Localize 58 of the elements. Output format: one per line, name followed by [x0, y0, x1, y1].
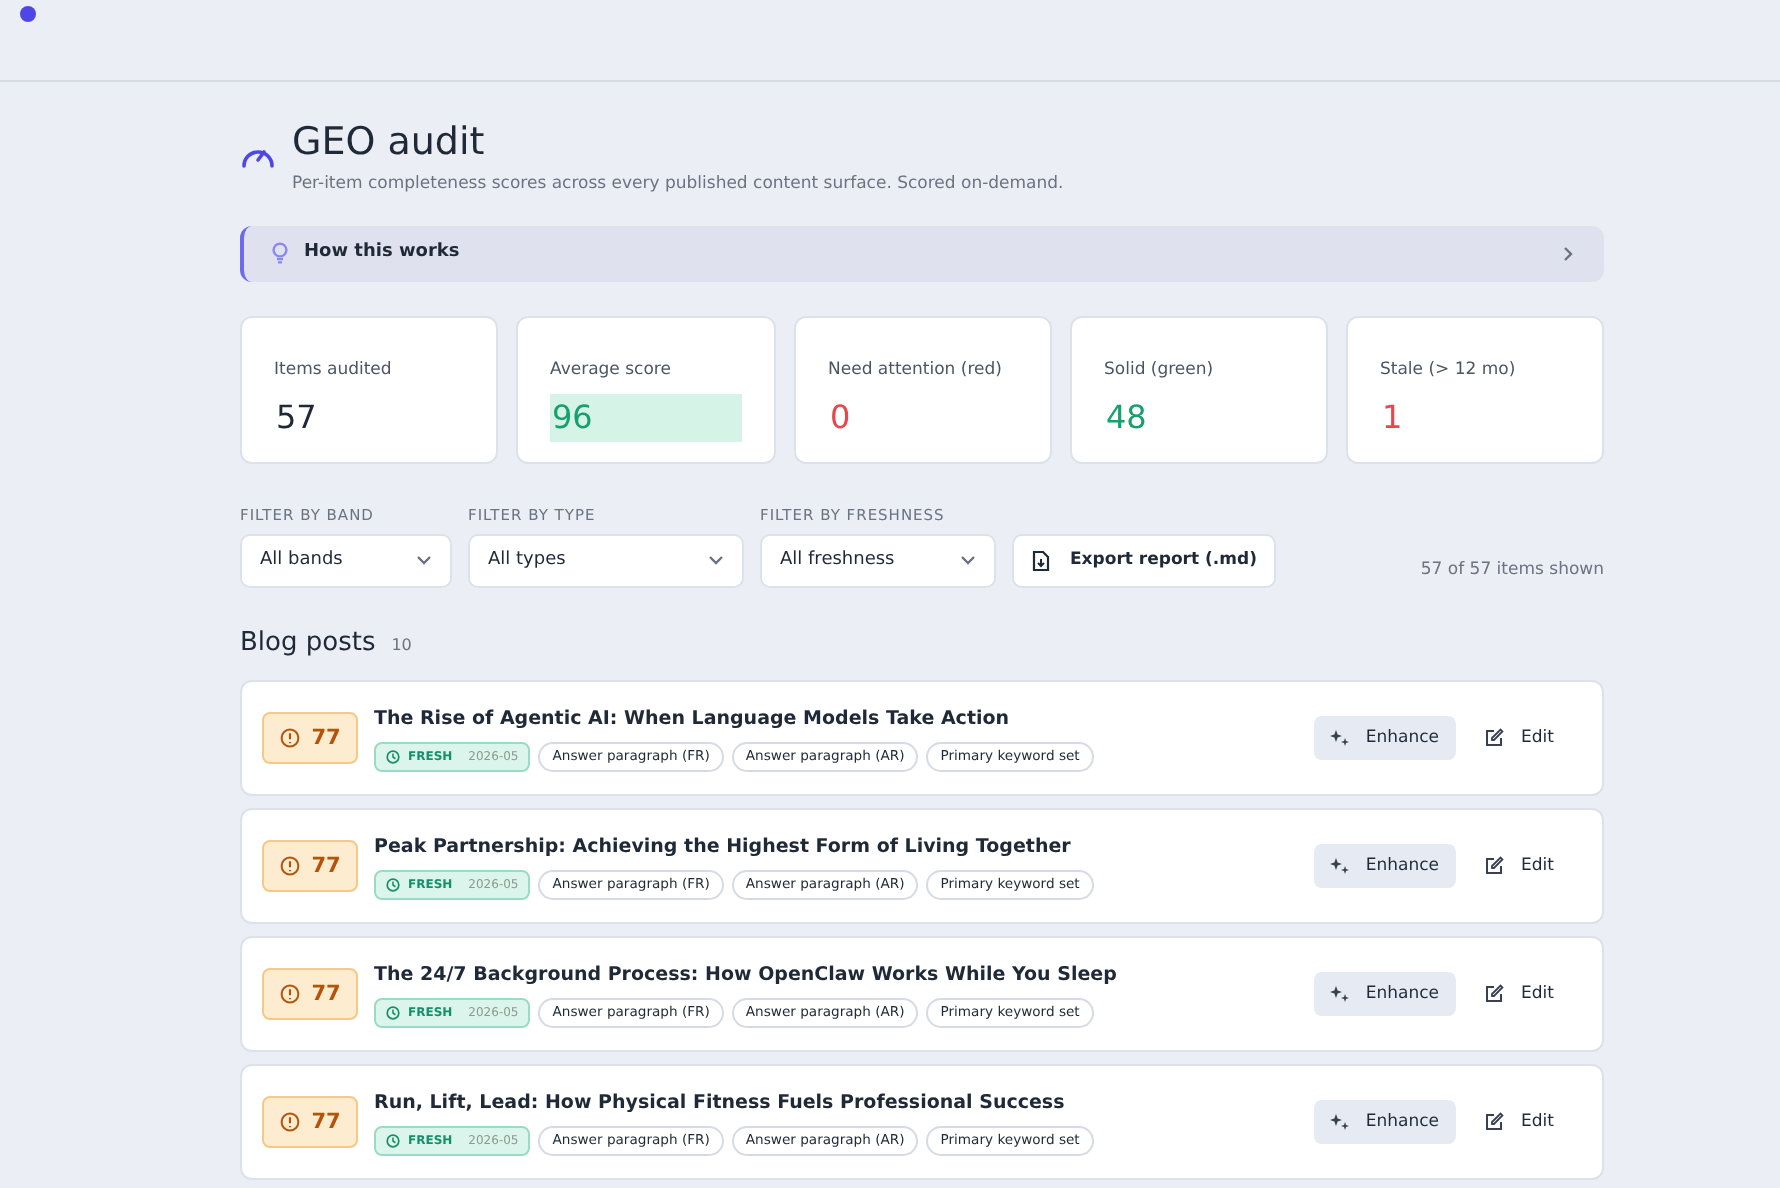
edit-button[interactable]: Edit: [1471, 854, 1566, 880]
items-shown-count: 57 of 57 items shown: [1420, 558, 1604, 584]
edit-button[interactable]: Edit: [1471, 982, 1566, 1008]
alert-circle-icon: [279, 728, 300, 749]
sparkle-icon: [1329, 984, 1350, 1005]
stat-value: 96: [550, 394, 742, 443]
item-title[interactable]: Run, Lift, Lead: How Physical Fitness Fuels Professional Success: [374, 1089, 1298, 1119]
edit-button[interactable]: Edit: [1471, 1110, 1566, 1136]
item-title[interactable]: The Rise of Agentic AI: When Language Models Take Action: [374, 705, 1298, 735]
stat-value: 57: [274, 396, 319, 441]
file-download-icon: [1032, 549, 1050, 572]
page-subtitle: Per-item completeness scores across every published content surface. Scored on-demand.: [292, 171, 1064, 198]
enhance-button[interactable]: Enhance: [1313, 1100, 1456, 1145]
score-badge: 77: [262, 1096, 358, 1149]
stat-value: 0: [828, 396, 853, 441]
status-dot: [20, 6, 36, 22]
alert-circle-icon: [279, 856, 300, 877]
filter-select[interactable]: All types: [468, 533, 744, 588]
stat-label: Items audited: [274, 357, 394, 383]
sparkle-icon: [1329, 728, 1350, 749]
export-report-button[interactable]: Export report (.md): [1012, 533, 1277, 588]
page-title: GEO audit: [292, 122, 487, 164]
score-badge: 77: [262, 968, 358, 1021]
chevron-down-icon: [960, 554, 976, 567]
item-title[interactable]: Peak Partnership: Achieving the Highest Form of Living Together: [374, 833, 1298, 863]
clock-icon: [386, 878, 400, 893]
clock-icon: [386, 750, 400, 765]
sparkle-icon: [1329, 1112, 1350, 1133]
filter-select[interactable]: All bands: [240, 533, 452, 588]
stat-label: Average score: [550, 357, 673, 383]
chevron-down-icon: [708, 554, 724, 567]
stat-label: Need attention (red): [828, 357, 1004, 383]
edit-button[interactable]: Edit: [1471, 726, 1566, 752]
stat-value: 1: [1380, 396, 1405, 441]
score-badge: 77: [262, 840, 358, 893]
chevron-down-icon: [416, 554, 432, 567]
alert-circle-icon: [279, 1112, 300, 1133]
clock-icon: [386, 1006, 400, 1021]
section-count: 10: [391, 633, 412, 658]
stat-label: Stale (> 12 mo): [1380, 357, 1518, 383]
edit-icon: [1483, 984, 1504, 1005]
edit-icon: [1483, 728, 1504, 749]
score-badge: 77: [262, 712, 358, 765]
stat-label: Solid (green): [1104, 357, 1216, 383]
sparkle-icon: [1329, 856, 1350, 877]
enhance-button[interactable]: Enhance: [1313, 716, 1456, 761]
stat-value: 48: [1104, 396, 1149, 441]
section-title: Blog posts: [240, 625, 376, 662]
how-this-works-panel[interactable]: How this works: [240, 225, 1604, 282]
edit-icon: [1483, 856, 1504, 877]
enhance-button[interactable]: Enhance: [1313, 844, 1456, 889]
edit-icon: [1483, 1112, 1504, 1133]
item-title[interactable]: The 24/7 Background Process: How OpenClaw Works While You Sleep: [374, 961, 1298, 991]
clock-icon: [386, 1134, 400, 1149]
lightbulb-icon: [272, 242, 288, 265]
alert-circle-icon: [279, 984, 300, 1005]
filter-select[interactable]: All freshness: [760, 533, 996, 588]
enhance-button[interactable]: Enhance: [1313, 972, 1456, 1017]
